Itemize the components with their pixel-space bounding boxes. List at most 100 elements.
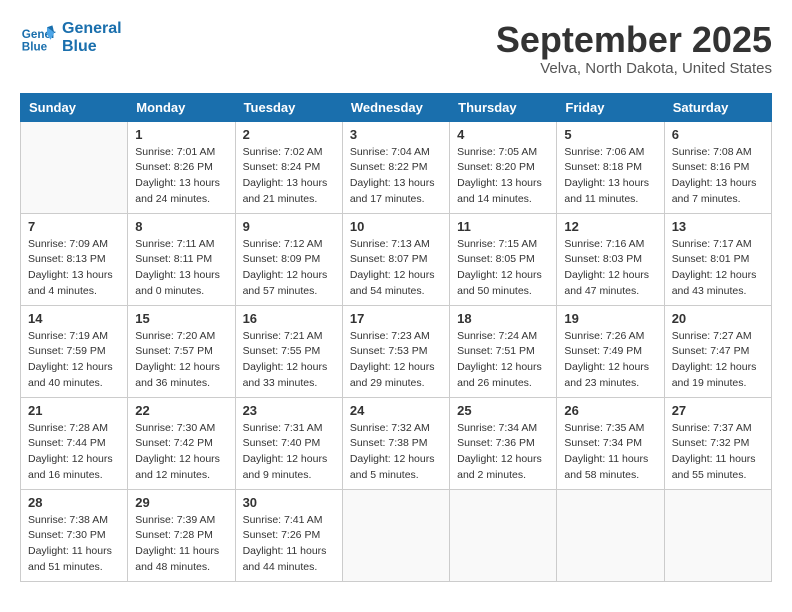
weekday-header-friday: Friday — [557, 93, 664, 121]
day-number: 9 — [243, 219, 335, 234]
location: Velva, North Dakota, United States — [496, 60, 772, 77]
day-number: 7 — [28, 219, 120, 234]
week-row-4: 21 Sunrise: 7:28 AM Sunset: 7:44 PM Dayli… — [21, 397, 772, 489]
day-number: 2 — [243, 127, 335, 142]
calendar-cell: 4 Sunrise: 7:05 AM Sunset: 8:20 PM Daylig… — [450, 121, 557, 213]
day-number: 1 — [135, 127, 227, 142]
calendar-cell: 12 Sunrise: 7:16 AM Sunset: 8:03 PM Dayli… — [557, 213, 664, 305]
day-number: 23 — [243, 403, 335, 418]
calendar-cell: 14 Sunrise: 7:19 AM Sunset: 7:59 PM Dayli… — [21, 305, 128, 397]
week-row-5: 28 Sunrise: 7:38 AM Sunset: 7:30 PM Dayli… — [21, 489, 772, 581]
calendar-cell: 9 Sunrise: 7:12 AM Sunset: 8:09 PM Daylig… — [235, 213, 342, 305]
day-number: 10 — [350, 219, 442, 234]
day-info: Sunrise: 7:37 AM Sunset: 7:32 PM Dayligh… — [672, 421, 764, 484]
day-number: 27 — [672, 403, 764, 418]
day-info: Sunrise: 7:17 AM Sunset: 8:01 PM Dayligh… — [672, 237, 764, 300]
calendar-cell: 5Sunrise: 7:06 AM Sunset: 8:18 PM Daylig… — [557, 121, 664, 213]
day-number: 5 — [564, 127, 656, 142]
calendar-cell — [342, 489, 449, 581]
day-info: Sunrise: 7:26 AM Sunset: 7:49 PM Dayligh… — [564, 329, 656, 392]
day-number: 4 — [457, 127, 549, 142]
day-info: Sunrise: 7:02 AM Sunset: 8:24 PM Dayligh… — [243, 145, 335, 208]
day-number: 11 — [457, 219, 549, 234]
week-row-2: 7 Sunrise: 7:09 AM Sunset: 8:13 PM Daylig… — [21, 213, 772, 305]
day-info: Sunrise: 7:15 AM Sunset: 8:05 PM Dayligh… — [457, 237, 549, 300]
calendar-cell: 3Sunrise: 7:04 AM Sunset: 8:22 PM Daylig… — [342, 121, 449, 213]
calendar-cell — [557, 489, 664, 581]
calendar-cell — [664, 489, 771, 581]
weekday-header-sunday: Sunday — [21, 93, 128, 121]
calendar-cell: 23 Sunrise: 7:31 AM Sunset: 7:40 PM Dayli… — [235, 397, 342, 489]
calendar-cell: 13 Sunrise: 7:17 AM Sunset: 8:01 PM Dayli… — [664, 213, 771, 305]
day-info: Sunrise: 7:01 AM Sunset: 8:26 PM Dayligh… — [135, 145, 227, 208]
calendar-cell — [21, 121, 128, 213]
day-number: 16 — [243, 311, 335, 326]
calendar-cell: 25Sunrise: 7:34 AM Sunset: 7:36 PM Dayli… — [450, 397, 557, 489]
day-info: Sunrise: 7:35 AM Sunset: 7:34 PM Dayligh… — [564, 421, 656, 484]
logo-line2: Blue — [62, 38, 122, 56]
day-info: Sunrise: 7:31 AM Sunset: 7:40 PM Dayligh… — [243, 421, 335, 484]
day-number: 12 — [564, 219, 656, 234]
weekday-header-row: SundayMondayTuesdayWednesdayThursdayFrid… — [21, 93, 772, 121]
day-number: 8 — [135, 219, 227, 234]
day-info: Sunrise: 7:16 AM Sunset: 8:03 PM Dayligh… — [564, 237, 656, 300]
day-info: Sunrise: 7:09 AM Sunset: 8:13 PM Dayligh… — [28, 237, 120, 300]
day-info: Sunrise: 7:20 AM Sunset: 7:57 PM Dayligh… — [135, 329, 227, 392]
day-info: Sunrise: 7:19 AM Sunset: 7:59 PM Dayligh… — [28, 329, 120, 392]
day-info: Sunrise: 7:30 AM Sunset: 7:42 PM Dayligh… — [135, 421, 227, 484]
day-info: Sunrise: 7:05 AM Sunset: 8:20 PM Dayligh… — [457, 145, 549, 208]
calendar-cell: 10 Sunrise: 7:13 AM Sunset: 8:07 PM Dayli… — [342, 213, 449, 305]
calendar-cell: 17Sunrise: 7:23 AM Sunset: 7:53 PM Dayli… — [342, 305, 449, 397]
svg-text:Blue: Blue — [22, 41, 48, 54]
calendar-cell: 24Sunrise: 7:32 AM Sunset: 7:38 PM Dayli… — [342, 397, 449, 489]
calendar-cell: 11 Sunrise: 7:15 AM Sunset: 8:05 PM Dayli… — [450, 213, 557, 305]
month-title: September 2025 — [496, 20, 772, 60]
day-number: 30 — [243, 495, 335, 510]
calendar-cell: 22 Sunrise: 7:30 AM Sunset: 7:42 PM Dayli… — [128, 397, 235, 489]
day-info: Sunrise: 7:21 AM Sunset: 7:55 PM Dayligh… — [243, 329, 335, 392]
calendar-cell: 6Sunrise: 7:08 AM Sunset: 8:16 PM Daylig… — [664, 121, 771, 213]
calendar-cell: 19 Sunrise: 7:26 AM Sunset: 7:49 PM Dayli… — [557, 305, 664, 397]
calendar-cell: 2 Sunrise: 7:02 AM Sunset: 8:24 PM Daylig… — [235, 121, 342, 213]
weekday-header-wednesday: Wednesday — [342, 93, 449, 121]
day-info: Sunrise: 7:39 AM Sunset: 7:28 PM Dayligh… — [135, 513, 227, 576]
calendar-cell: 20Sunrise: 7:27 AM Sunset: 7:47 PM Dayli… — [664, 305, 771, 397]
title-block: September 2025 Velva, North Dakota, Unit… — [496, 20, 772, 77]
day-info: Sunrise: 7:38 AM Sunset: 7:30 PM Dayligh… — [28, 513, 120, 576]
calendar-cell: 15Sunrise: 7:20 AM Sunset: 7:57 PM Dayli… — [128, 305, 235, 397]
day-number: 19 — [564, 311, 656, 326]
calendar-cell: 26 Sunrise: 7:35 AM Sunset: 7:34 PM Dayli… — [557, 397, 664, 489]
day-number: 3 — [350, 127, 442, 142]
calendar-cell: 21 Sunrise: 7:28 AM Sunset: 7:44 PM Dayli… — [21, 397, 128, 489]
calendar-cell: 29 Sunrise: 7:39 AM Sunset: 7:28 PM Dayli… — [128, 489, 235, 581]
calendar-cell: 8 Sunrise: 7:11 AM Sunset: 8:11 PM Daylig… — [128, 213, 235, 305]
calendar-cell: 16 Sunrise: 7:21 AM Sunset: 7:55 PM Dayli… — [235, 305, 342, 397]
day-number: 6 — [672, 127, 764, 142]
day-info: Sunrise: 7:13 AM Sunset: 8:07 PM Dayligh… — [350, 237, 442, 300]
day-info: Sunrise: 7:12 AM Sunset: 8:09 PM Dayligh… — [243, 237, 335, 300]
day-number: 28 — [28, 495, 120, 510]
logo-line1: General — [62, 20, 122, 38]
calendar-cell — [450, 489, 557, 581]
day-info: Sunrise: 7:41 AM Sunset: 7:26 PM Dayligh… — [243, 513, 335, 576]
day-number: 26 — [564, 403, 656, 418]
day-number: 13 — [672, 219, 764, 234]
calendar-cell: 28 Sunrise: 7:38 AM Sunset: 7:30 PM Dayli… — [21, 489, 128, 581]
day-number: 21 — [28, 403, 120, 418]
day-number: 25 — [457, 403, 549, 418]
day-number: 20 — [672, 311, 764, 326]
day-info: Sunrise: 7:24 AM Sunset: 7:51 PM Dayligh… — [457, 329, 549, 392]
day-number: 24 — [350, 403, 442, 418]
calendar-cell: 27 Sunrise: 7:37 AM Sunset: 7:32 PM Dayli… — [664, 397, 771, 489]
week-row-3: 14 Sunrise: 7:19 AM Sunset: 7:59 PM Dayli… — [21, 305, 772, 397]
logo-icon: General Blue — [20, 20, 56, 56]
day-info: Sunrise: 7:23 AM Sunset: 7:53 PM Dayligh… — [350, 329, 442, 392]
weekday-header-tuesday: Tuesday — [235, 93, 342, 121]
day-number: 14 — [28, 311, 120, 326]
page-header: General Blue General Blue September 2025… — [20, 20, 772, 77]
day-number: 22 — [135, 403, 227, 418]
day-info: Sunrise: 7:28 AM Sunset: 7:44 PM Dayligh… — [28, 421, 120, 484]
weekday-header-saturday: Saturday — [664, 93, 771, 121]
day-info: Sunrise: 7:11 AM Sunset: 8:11 PM Dayligh… — [135, 237, 227, 300]
day-number: 29 — [135, 495, 227, 510]
